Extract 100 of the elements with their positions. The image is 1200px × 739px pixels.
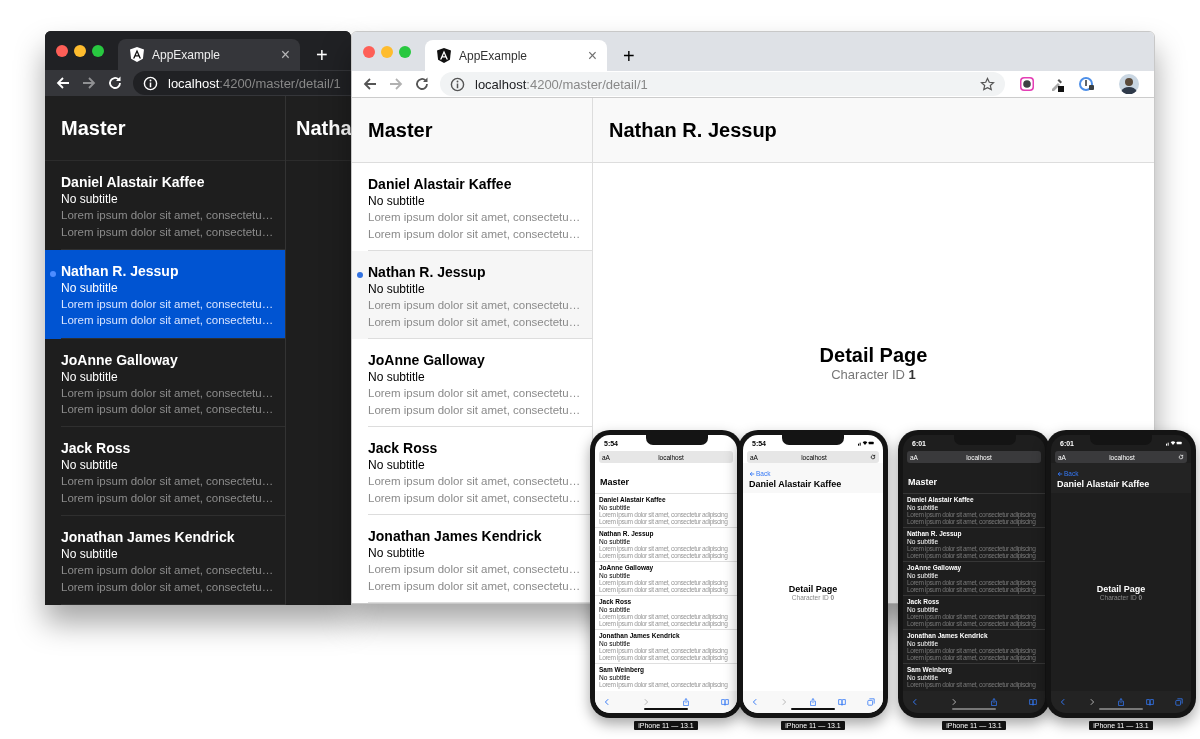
reload-icon[interactable]: [870, 454, 876, 460]
item-name: JoAnne Galloway: [61, 350, 179, 369]
window-controls-icon[interactable]: [56, 44, 104, 57]
list-item[interactable]: Daniel Alastair Kaffee No subtitle Lorem ipsum dolor sit amet, consectetu… Lorem ipsum dolor sit amet, consectetu…: [45, 161, 285, 250]
item-subtitle: No subtitle: [368, 457, 426, 473]
share-icon[interactable]: [1117, 698, 1125, 706]
tabs-icon[interactable]: [1175, 698, 1183, 706]
item-description: Lorem ipsum dolor sit amet, consectetu…: [368, 490, 582, 506]
item-description: Lorem ipsum dolor sit amet, consectetu…: [61, 313, 275, 329]
url-text: localhost:4200/master/detail/1: [168, 75, 342, 91]
address-bar[interactable]: localhost:4200/master/detail/1: [133, 71, 351, 95]
book-icon[interactable]: [838, 698, 846, 706]
back-arrow-icon[interactable]: [362, 76, 378, 92]
list-item[interactable]: Nathan R. Jessup No subtitle Lorem ipsum dolor sit amet, consectetu… Lorem ipsum dolor sit amet, consectetu…: [45, 249, 285, 339]
eyedropper-icon[interactable]: [1049, 76, 1065, 92]
item-description: Lorem ipsum dolor sit amet, consectetu…: [61, 474, 275, 490]
page-title: Nathan R. Jessup: [609, 118, 777, 142]
item-name: JoAnne Galloway: [368, 351, 486, 369]
status-icons-drawing: [1166, 440, 1182, 446]
item-name: Nathan R. Jessup: [368, 263, 487, 281]
item-description: Lorem ipsum dolor sit amet, consectetu…: [368, 578, 582, 594]
share-icon[interactable]: [809, 698, 817, 706]
new-tab-button[interactable]: +: [623, 46, 635, 66]
item-description: Lorem ipsum dolor sit amet, consectetu…: [368, 210, 582, 225]
page-title: Master: [61, 116, 126, 140]
item-description: Lorem ipsum dolor sit amet, consectetu…: [368, 298, 582, 313]
item-subtitle: No subtitle: [61, 368, 119, 385]
browser-tab[interactable]: AppExample ×: [118, 39, 300, 70]
browser-tab[interactable]: AppExample ×: [425, 40, 607, 71]
item-subtitle: No subtitle: [368, 369, 426, 385]
list-item[interactable]: Jack Ross No subtitle Lorem ipsum dolor sit amet, consectetu… Lorem ipsum dolor sit amet, consectetu…: [45, 427, 285, 517]
list-item[interactable]: Jack Ross No subtitle Lorem ipsum dolor sit amet, consectetu… Lorem ipsum dolor sit amet, consectetu…: [352, 427, 592, 515]
list-item[interactable]: JoAnne Galloway No subtitle Lorem ipsum dolor sit amet, consectetu… Lorem ipsum dolor sit amet, consectetu…: [45, 338, 285, 428]
reload-icon[interactable]: [414, 76, 430, 92]
book-icon[interactable]: [1029, 698, 1037, 706]
item-subtitle: No subtitle: [61, 279, 119, 296]
home-indicator: [1099, 708, 1143, 710]
address-bar[interactable]: localhost:4200/master/detail/1: [440, 72, 1005, 96]
share-icon[interactable]: [989, 698, 998, 706]
page-title: Daniel Alastair Kaffee: [1057, 479, 1151, 489]
item-description: Lorem ipsum dolor sit amet, consectetu…: [61, 402, 275, 418]
detail-caption: Character ID 1: [831, 367, 916, 382]
item-subtitle: No subtitle: [61, 191, 119, 207]
back-chevron-icon[interactable]: [751, 698, 759, 706]
share-icon[interactable]: [681, 698, 690, 706]
item-description: Lorem ipsum dolor sit amet, consectetu…: [61, 385, 275, 401]
reload-icon[interactable]: [107, 75, 123, 91]
item-name: Jack Ross: [368, 439, 439, 457]
selection-dot-icon: [357, 272, 363, 278]
book-icon[interactable]: [721, 698, 729, 706]
page-title: Natha: [296, 116, 351, 140]
home-indicator: [644, 708, 688, 710]
detail-heading: Detail Page: [788, 583, 838, 594]
avatar-icon[interactable]: [1119, 74, 1139, 94]
forward-chevron-icon[interactable]: [950, 698, 959, 706]
detail-heading: Detail Page: [819, 344, 928, 367]
list-item[interactable]: Jonathan James Kendrick No subtitle Lorem ipsum dolor sit amet, consectetu… Lorem ipsum dolor sit amet, consectetu…: [45, 516, 285, 605]
page-title: Master: [600, 477, 629, 487]
back-arrow-icon: [749, 470, 755, 477]
list-item[interactable]: Nathan R. Jessup No subtitle Lorem ipsum dolor sit amet, consectetu… Lorem ipsum dolor sit amet, consectetu…: [352, 251, 592, 339]
item-name: Jonathan James Kendrick: [61, 528, 236, 547]
ring-icon[interactable]: [1019, 76, 1035, 92]
back-chevron-icon[interactable]: [1059, 698, 1067, 706]
item-description: Lorem ipsum dolor sit amet, consectetu…: [368, 386, 582, 401]
tabs-icon[interactable]: [867, 698, 875, 706]
book-icon[interactable]: [1146, 698, 1154, 706]
item-subtitle: No subtitle: [368, 193, 426, 209]
item-description: Lorem ipsum dolor sit amet, consectetu…: [368, 562, 582, 577]
status-icons-drawing: [858, 440, 874, 446]
close-tab-button[interactable]: ×: [587, 47, 597, 64]
item-description: Lorem ipsum dolor sit amet, consectetu…: [61, 579, 275, 595]
list-item[interactable]: Jonathan James Kendrick No subtitle Lorem ipsum dolor sit amet, consectetu… Lorem ipsum dolor sit amet, consectetu…: [352, 515, 592, 603]
back-arrow-icon[interactable]: [55, 75, 71, 91]
gauge-lock-icon[interactable]: [1079, 76, 1095, 92]
back-chevron-icon[interactable]: [603, 698, 611, 706]
item-subtitle: No subtitle: [61, 546, 119, 563]
item-description: Lorem ipsum dolor sit amet, consectetu…: [368, 314, 582, 330]
list-item[interactable]: JoAnne Galloway No subtitle Lorem ipsum dolor sit amet, consectetu… Lorem ipsum dolor sit amet, consectetu…: [352, 339, 592, 427]
star-icon[interactable]: [980, 76, 995, 92]
item-description: Lorem ipsum dolor sit amet, consectetu…: [368, 402, 582, 418]
page-title: Master: [368, 118, 433, 142]
item-name: Daniel Alastair Kaffee: [368, 175, 513, 193]
item-description: Lorem ipsum dolor sit amet, consectetu…: [368, 226, 582, 242]
item-description: Lorem ipsum dolor sit amet, consectetu…: [61, 563, 275, 579]
item-description: Lorem ipsum dolor sit amet, consectetu…: [61, 296, 275, 312]
item-name: Daniel Alastair Kaffee: [61, 173, 206, 191]
url-text: localhost:4200/master/detail/1: [475, 76, 649, 92]
close-tab-button[interactable]: ×: [280, 46, 290, 63]
new-tab-button[interactable]: +: [316, 45, 328, 65]
back-chevron-icon[interactable]: [911, 698, 919, 706]
item-subtitle: No subtitle: [61, 457, 119, 474]
info-icon[interactable]: [450, 76, 465, 92]
list-item[interactable]: Daniel Alastair Kaffee No subtitle Lorem ipsum dolor sit amet, consectetu… Lorem ipsum dolor sit amet, consectetu…: [352, 163, 592, 251]
item-description: Lorem ipsum dolor sit amet, consectetu…: [61, 490, 275, 506]
forward-chevron-icon[interactable]: [1088, 698, 1096, 706]
forward-arrow-icon[interactable]: [388, 76, 404, 92]
shield-logo-icon: [437, 48, 451, 63]
home-indicator: [952, 708, 996, 710]
detail-heading: Detail Page: [1096, 583, 1146, 594]
forward-arrow-icon[interactable]: [81, 75, 97, 91]
